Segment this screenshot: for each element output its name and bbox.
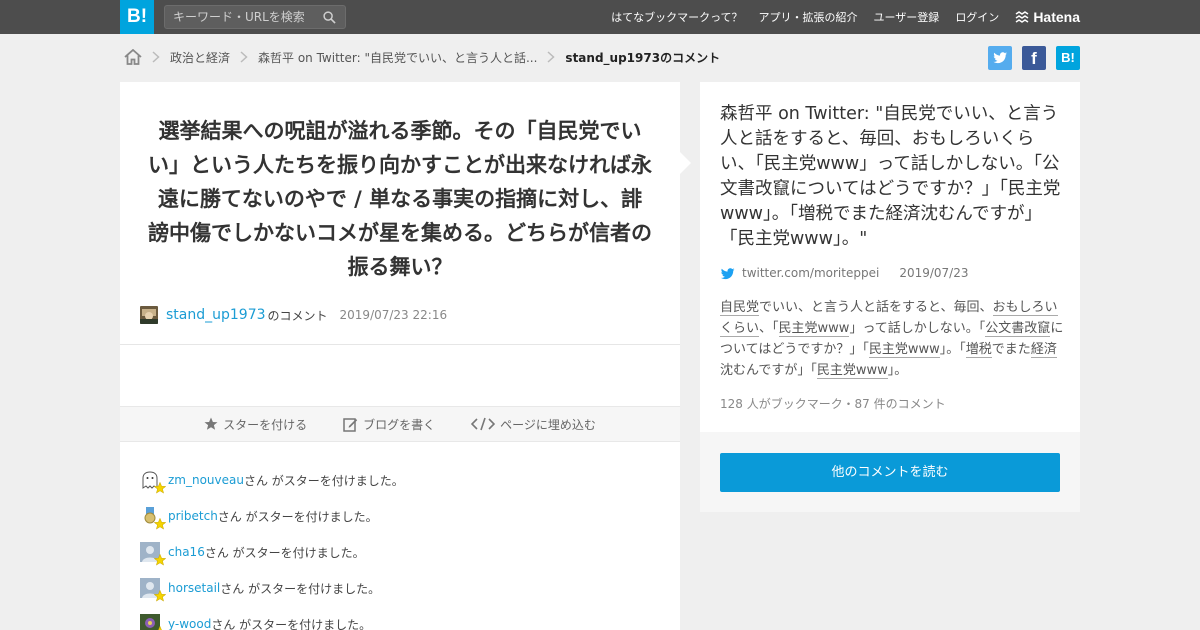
breadcrumb-current: stand_up1973のコメント	[565, 50, 721, 65]
twitter-bird-icon	[721, 267, 735, 279]
home-icon[interactable]	[124, 49, 142, 65]
entry-domain-link[interactable]: twitter.com/moriteppei	[742, 266, 879, 280]
code-icon	[471, 417, 496, 431]
user-avatar[interactable]	[140, 306, 158, 324]
entry-summary: 自民党でいい、と言う人と話をすると、毎回、おもしろいくらい、「民主党www」って…	[720, 297, 1064, 381]
summary-text: 、「	[759, 321, 779, 336]
search-icon[interactable]	[323, 11, 336, 24]
global-header: B! はてなブックマークって？ アプリ・拡張の紹介 ユーザー登録 ログイン Ha…	[0, 0, 1200, 34]
star-icon	[154, 554, 166, 566]
star-row: horsetail さん がスターを付けました。	[140, 570, 404, 606]
summary-text: 沈むんですが」「	[720, 363, 817, 378]
star-row: y-wood さん がスターを付けました。	[140, 606, 404, 630]
breadcrumb: 政治と経済 森哲平 on Twitter: "自民党でいい、と言う人と話... …	[124, 46, 720, 68]
star-message: さん がスターを付けました。	[220, 581, 381, 596]
chevron-right-icon	[240, 51, 248, 63]
write-blog-button[interactable]: ブログを書く	[343, 416, 435, 433]
comment-text: 選挙結果への呪詛が溢れる季節。その「自民党でいい」という人たちを振り向かすことが…	[148, 119, 652, 279]
keyword-link[interactable]: 増税	[965, 342, 992, 358]
star-list: zm_nouveau さん がスターを付けました。 pribetch さん がス…	[140, 462, 404, 630]
add-star-button[interactable]: スターを付ける	[204, 416, 307, 433]
star-user-avatar[interactable]	[140, 506, 166, 530]
summary-text: でまた	[991, 342, 1031, 357]
read-more-comments-button[interactable]: 他のコメントを読む	[720, 453, 1060, 492]
summary-text: 」。	[887, 363, 908, 378]
nav-register[interactable]: ユーザー登録	[874, 9, 940, 25]
twitter-share-button[interactable]	[988, 46, 1012, 70]
action-bar: スターを付ける ブログを書く ページに埋め込む	[120, 406, 680, 442]
star-user-avatar[interactable]	[140, 578, 166, 602]
star-user-avatar[interactable]	[140, 470, 166, 494]
nav-apps[interactable]: アプリ・拡張の紹介	[759, 9, 858, 25]
entry-card: 森哲平 on Twitter: "自民党でいい、と言う人と話をすると、毎回、おも…	[700, 82, 1080, 432]
add-star-label: スターを付ける	[223, 417, 308, 432]
star-icon	[154, 482, 166, 494]
star-user-link[interactable]: horsetail	[168, 581, 220, 595]
keyword-link[interactable]: 民主党www	[816, 363, 888, 379]
hatena-bookmark-logo[interactable]: B!	[120, 0, 154, 34]
comment-card: 選挙結果への呪詛が溢れる季節。その「自民党でいい」という人たちを振り向かすことが…	[120, 82, 680, 630]
star-row: zm_nouveau さん がスターを付けました。	[140, 462, 404, 498]
entry-source: twitter.com/moriteppei 2019/07/23	[720, 266, 968, 280]
summary-text: でいい、と言う人と話をすると、毎回、	[759, 300, 993, 315]
chevron-right-icon	[152, 51, 160, 63]
star-user-link[interactable]: pribetch	[168, 509, 218, 523]
chevron-right-icon	[547, 51, 556, 63]
star-icon	[154, 590, 166, 602]
facebook-share-button[interactable]: f	[1022, 46, 1046, 70]
hatena-brand-text: Hatena	[1033, 9, 1080, 25]
comment-meta: stand_up1973 のコメント 2019/07/23 22:16	[140, 306, 447, 324]
breadcrumb-entry[interactable]: 森哲平 on Twitter: "自民党でいい、と言う人と話...	[258, 49, 537, 66]
bookmark-stats: 128 人がブックマーク・87 件のコメント	[720, 397, 946, 411]
star-message: さん がスターを付けました。	[211, 617, 372, 630]
search-box	[164, 5, 346, 29]
divider	[120, 344, 680, 345]
hatena-brand-link[interactable]: Hatena	[1015, 9, 1080, 25]
star-user-link[interactable]: y-wood	[168, 617, 211, 630]
star-message: さん がスターを付けました。	[217, 509, 378, 524]
hatena-bookmark-share-button[interactable]: B!	[1056, 46, 1080, 70]
twitter-bird-icon	[993, 52, 1007, 64]
star-row: cha16 さん がスターを付けました。	[140, 534, 404, 570]
breadcrumb-category[interactable]: 政治と経済	[170, 49, 230, 66]
embed-label: ページに埋め込む	[500, 417, 596, 432]
embed-button[interactable]: ページに埋め込む	[471, 416, 596, 433]
comment-user-link[interactable]: stand_up1973	[166, 307, 266, 323]
star-icon	[154, 518, 166, 530]
star-user-link[interactable]: cha16	[168, 545, 205, 559]
global-nav: はてなブックマークって？ アプリ・拡張の紹介 ユーザー登録 ログイン Haten…	[595, 0, 1080, 34]
keyword-link[interactable]: 民主党www	[778, 321, 850, 337]
entry-date: 2019/07/23	[899, 266, 969, 280]
keyword-link[interactable]: 民主党www	[868, 342, 940, 358]
card-pointer	[680, 152, 691, 174]
summary-text: 」。「	[939, 342, 966, 357]
search-input[interactable]	[173, 8, 318, 26]
comment-timestamp: 2019/07/23 22:16	[339, 308, 448, 322]
star-user-avatar[interactable]	[140, 614, 162, 630]
keyword-link[interactable]: 経済	[1030, 342, 1057, 358]
star-message: さん がスターを付けました。	[243, 473, 404, 488]
comment-suffix: のコメント	[267, 308, 328, 323]
nav-login[interactable]: ログイン	[955, 9, 999, 25]
keyword-link[interactable]: 公文書改竄	[985, 321, 1051, 337]
summary-text: 」って話しかしない。「	[849, 321, 986, 336]
star-message: さん がスターを付けました。	[204, 545, 365, 560]
star-icon	[158, 626, 162, 630]
write-blog-label: ブログを書く	[363, 417, 436, 432]
hatena-mark-icon	[1015, 11, 1029, 23]
entry-card-footer: 他のコメントを読む	[700, 432, 1080, 512]
nav-about[interactable]: はてなブックマークって？	[611, 9, 742, 25]
star-user-link[interactable]: zm_nouveau	[168, 473, 244, 487]
star-row: pribetch さん がスターを付けました。	[140, 498, 404, 534]
star-user-avatar[interactable]	[140, 542, 166, 566]
keyword-link[interactable]: 自民党	[720, 300, 760, 316]
entry-title-link[interactable]: 森哲平 on Twitter: "自民党でいい、と言う人と話をすると、毎回、おも…	[720, 102, 1064, 252]
pencil-icon	[343, 417, 358, 432]
star-icon	[204, 417, 218, 430]
